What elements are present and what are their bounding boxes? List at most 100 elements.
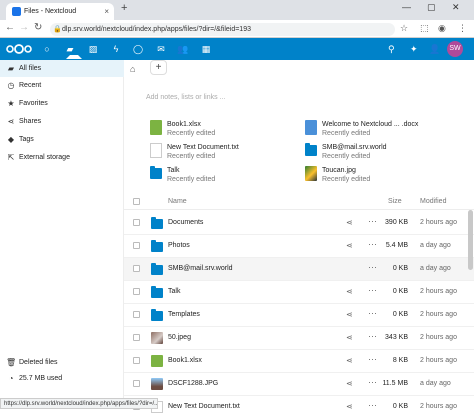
folder-icon: ▰: [7, 64, 15, 73]
share-icon[interactable]: ⋖: [346, 379, 353, 388]
column-modified[interactable]: Modified: [420, 198, 446, 205]
folder-icon: [151, 286, 163, 298]
share-icon[interactable]: ⋖: [346, 218, 353, 227]
row-checkbox[interactable]: [133, 357, 140, 364]
photos-app-icon[interactable]: ▨: [83, 42, 103, 56]
share-icon[interactable]: ⋖: [346, 333, 353, 342]
row-checkbox[interactable]: [133, 380, 140, 387]
select-all-checkbox[interactable]: [133, 198, 140, 205]
sidebar: ▰ All files ◷ Recent ★ Favorites ⋖ Share…: [0, 60, 124, 409]
maximize-icon[interactable]: ▢: [427, 2, 436, 13]
bookmark-star-icon[interactable]: ☆: [400, 23, 408, 34]
dashboard-app-icon[interactable]: ○: [37, 42, 57, 56]
table-row[interactable]: Templates ⋖ ··· 0 KB 2 hours ago: [124, 304, 474, 327]
quota-label: 25.7 MB used: [19, 375, 63, 382]
tab-title: Files - Nextcloud: [24, 8, 77, 15]
share-icon[interactable]: ⋖: [346, 310, 353, 319]
clock-icon: ◷: [7, 81, 15, 90]
pie-icon: ◔: [8, 374, 14, 383]
tag-icon: ◆: [7, 135, 15, 144]
table-row[interactable]: Book1.xlsx ⋖ ··· 8 KB 2 hours ago: [124, 350, 474, 373]
window-close-icon[interactable]: ✕: [452, 2, 460, 13]
file-table-header: Name Size Modified: [124, 194, 474, 210]
url-text: dlp.srv.world/nextcloud/index.php/apps/f…: [62, 26, 251, 33]
row-checkbox[interactable]: [133, 311, 140, 318]
new-button[interactable]: +: [150, 60, 167, 75]
share-icon[interactable]: ⋖: [346, 402, 353, 411]
image-thumbnail-icon: [305, 166, 317, 181]
browser-tab-bar: Files - Nextcloud × + — ▢ ✕: [0, 0, 474, 20]
notifications-icon[interactable]: ✦: [410, 42, 418, 56]
nextcloud-logo-icon[interactable]: [6, 44, 32, 54]
row-checkbox[interactable]: [133, 219, 140, 226]
column-name[interactable]: Name: [168, 198, 187, 205]
column-size[interactable]: Size: [388, 198, 402, 205]
extensions-icon[interactable]: ⬚: [420, 23, 429, 34]
nextcloud-header: ○ ▰ ▨ ϟ ◯ ✉ 👥 ▦ ⚲ ✦ 👤: [0, 38, 474, 60]
external-folder-icon: [151, 263, 163, 275]
back-icon[interactable]: ←: [5, 22, 15, 33]
table-row[interactable]: 50.jpeg ⋖ ··· 343 KB 2 hours ago: [124, 327, 474, 350]
table-row[interactable]: SMB@mail.srv.world ··· 0 KB a day ago: [124, 258, 474, 281]
folder-icon: [151, 309, 163, 321]
notes-input[interactable]: Add notes, lists or links ...: [146, 94, 225, 101]
sidebar-item-all-files[interactable]: ▰ All files: [0, 60, 124, 77]
files-app-icon[interactable]: ▰: [60, 38, 82, 60]
row-checkbox[interactable]: [133, 242, 140, 249]
new-tab-button[interactable]: +: [121, 2, 127, 14]
sidebar-item-shares[interactable]: ⋖ Shares: [0, 113, 124, 130]
row-checkbox[interactable]: [133, 334, 140, 341]
calendar-app-icon[interactable]: ▦: [196, 42, 216, 56]
document-icon: [305, 120, 317, 135]
browser-menu-icon[interactable]: ⋮: [458, 23, 467, 34]
sidebar-item-deleted-files[interactable]: 🗑 Deleted files: [0, 355, 124, 371]
table-row[interactable]: Photos ⋖ ··· 5.4 MB a day ago: [124, 235, 474, 258]
forward-icon[interactable]: →: [19, 22, 29, 33]
lock-icon: 🔒: [53, 26, 62, 33]
table-row[interactable]: Documents ⋖ ··· 390 KB 2 hours ago: [124, 212, 474, 235]
scrollbar[interactable]: [468, 210, 473, 270]
row-checkbox[interactable]: [133, 288, 140, 295]
contacts-menu-icon[interactable]: 👤: [429, 42, 440, 56]
share-icon[interactable]: ⋖: [346, 241, 353, 250]
table-row[interactable]: Talk ⋖ ··· 0 KB 2 hours ago: [124, 281, 474, 304]
avatar[interactable]: SW: [447, 41, 463, 57]
folder-icon: [150, 166, 162, 179]
table-row[interactable]: New Text Document.txt ⋖ ··· 0 KB 2 hours…: [124, 396, 474, 413]
row-checkbox[interactable]: [133, 265, 140, 272]
trash-icon: 🗑: [6, 358, 17, 367]
mail-app-icon[interactable]: ✉: [151, 42, 171, 56]
talk-app-icon[interactable]: ◯: [128, 42, 148, 56]
breadcrumb-home-icon[interactable]: ⌂: [130, 64, 135, 74]
folder-icon: [151, 217, 163, 229]
reload-icon[interactable]: ↻: [34, 22, 42, 33]
sidebar-item-label: External storage: [19, 154, 70, 161]
spreadsheet-icon: [150, 120, 162, 135]
sidebar-item-favorites[interactable]: ★ Favorites: [0, 95, 124, 112]
sidebar-item-tags[interactable]: ◆ Tags: [0, 131, 124, 148]
sidebar-item-external-storage[interactable]: ⇱ External storage: [0, 149, 124, 166]
sidebar-item-quota[interactable]: ◔ 25.7 MB used: [0, 371, 124, 387]
folder-icon: [151, 240, 163, 252]
share-icon[interactable]: ⋖: [346, 356, 353, 365]
browser-tab[interactable]: Files - Nextcloud ×: [6, 3, 114, 20]
share-icon: ⋖: [7, 117, 15, 126]
image-thumbnail-icon: [151, 378, 163, 390]
contacts-app-icon[interactable]: 👥: [173, 42, 193, 56]
folder-icon: [305, 143, 317, 156]
share-icon[interactable]: ⋖: [346, 287, 353, 296]
nextcloud-favicon-icon: [12, 7, 21, 16]
minimize-icon[interactable]: —: [402, 2, 411, 12]
tab-close-icon[interactable]: ×: [104, 3, 109, 20]
sidebar-item-label: Favorites: [19, 100, 48, 107]
address-bar[interactable]: 🔒 dlp.srv.world/nextcloud/index.php/apps…: [50, 23, 395, 36]
search-icon[interactable]: ⚲: [388, 42, 395, 56]
sidebar-item-recent[interactable]: ◷ Recent: [0, 77, 124, 94]
activity-app-icon[interactable]: ϟ: [106, 42, 126, 56]
sidebar-item-label: Recent: [19, 82, 42, 89]
sidebar-item-label: Deleted files: [19, 359, 58, 366]
star-icon: ★: [7, 99, 15, 108]
profile-icon[interactable]: ◉: [438, 23, 446, 34]
table-row[interactable]: DSCF1288.JPG ⋖ ··· 11.5 MB a day ago: [124, 373, 474, 396]
text-file-icon: [150, 143, 162, 158]
